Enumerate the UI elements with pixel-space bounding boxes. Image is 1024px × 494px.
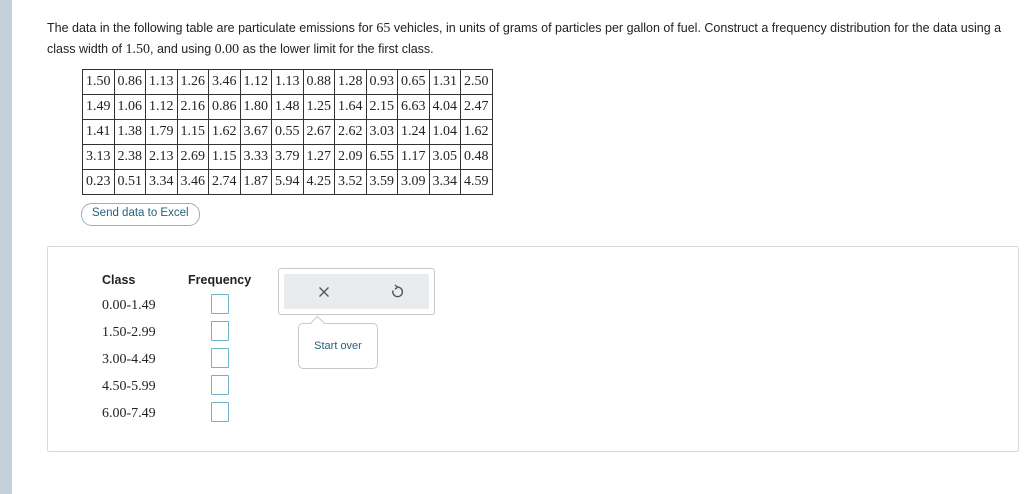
table-cell: 0.88 [302,69,335,95]
table-cell: 2.50 [460,69,493,95]
table-row: 1.49 1.06 1.12 2.16 0.86 1.80 1.48 1.25 1.64 2.15… [82,94,493,120]
table-cell: 1.62 [208,119,241,145]
table-cell: 1.31 [428,69,461,95]
table-cell: 1.27 [302,144,335,170]
table-cell: 2.62 [334,119,367,145]
table-cell: 1.06 [113,94,146,120]
table-cell: 1.04 [428,119,461,145]
table-cell: 1.79 [145,119,178,145]
prompt-text: , and using [150,42,215,56]
table-cell: 3.34 [145,169,178,195]
table-cell: 2.38 [113,144,146,170]
table-cell: 1.15 [176,119,209,145]
table-cell: 1.12 [145,94,178,120]
table-cell: 0.86 [208,94,241,120]
table-cell: 1.15 [208,144,241,170]
class-label: 6.00-7.49 [102,406,156,421]
table-cell: 2.47 [460,94,493,120]
emissions-data-table: 1.50 0.86 1.13 1.26 3.46 1.12 1.13 0.88 1.28 0.93… [82,69,493,195]
prompt-count: 65 [376,21,391,36]
table-cell: 0.86 [113,69,146,95]
class-label: 4.50-5.99 [102,379,156,394]
frequency-input[interactable] [211,402,229,422]
table-cell: 1.38 [113,119,146,145]
prompt-text: The data in the following table are part… [47,21,377,35]
table-row: 0.23 0.51 3.34 3.46 2.74 1.87 5.94 4.25 3.52 3.59… [82,169,493,195]
table-cell: 1.48 [271,94,304,120]
table-cell: 4.04 [428,94,461,120]
frequency-column-header: Frequency [188,273,252,287]
table-cell: 1.41 [82,119,115,145]
table-cell: 3.09 [397,169,430,195]
prompt-lower-limit: 0.00 [214,42,240,57]
frequency-input[interactable] [211,294,229,314]
answer-toolbar [278,268,435,315]
send-to-excel-button[interactable]: Send data to Excel [81,203,200,226]
table-cell: 3.79 [271,144,304,170]
table-row: 3.13 2.38 2.13 2.69 1.15 3.33 3.79 1.27 2.09 6.55… [82,144,493,170]
table-cell: 2.13 [145,144,178,170]
table-cell: 3.46 [176,169,209,195]
table-cell: 1.13 [271,69,304,95]
table-cell: 1.24 [397,119,430,145]
table-cell: 1.80 [239,94,272,120]
prompt-class-width: 1.50 [125,42,151,57]
table-cell: 3.33 [239,144,272,170]
table-cell: 1.13 [145,69,178,95]
answer-panel: Class Frequency 0.00-1.49 1.50-2.99 3.00… [47,246,1019,452]
table-cell: 3.59 [365,169,398,195]
start-over-tooltip: Start over [298,323,378,369]
table-cell: 3.34 [428,169,461,195]
table-cell: 1.12 [239,69,272,95]
table-cell: 4.25 [302,169,335,195]
table-cell: 1.17 [397,144,430,170]
frequency-input[interactable] [211,321,229,341]
class-label: 1.50-2.99 [102,325,156,340]
class-column-header: Class [102,273,136,287]
class-label: 3.00-4.49 [102,352,156,367]
x-icon[interactable] [314,282,334,302]
table-cell: 4.59 [460,169,493,195]
table-cell: 3.13 [82,144,115,170]
table-cell: 2.09 [334,144,367,170]
table-cell: 0.93 [365,69,398,95]
table-cell: 3.67 [239,119,272,145]
class-label: 0.00-1.49 [102,298,156,313]
toolbar-inner [284,274,429,309]
table-cell: 3.05 [428,144,461,170]
table-cell: 3.46 [208,69,241,95]
table-cell: 1.62 [460,119,493,145]
table-cell: 0.48 [460,144,493,170]
table-cell: 1.28 [334,69,367,95]
table-cell: 2.69 [176,144,209,170]
table-cell: 1.49 [82,94,115,120]
table-cell: 6.55 [365,144,398,170]
left-accent-bar [0,0,12,494]
table-cell: 1.87 [239,169,272,195]
frequency-input[interactable] [211,375,229,395]
table-cell: 0.65 [397,69,430,95]
frequency-input[interactable] [211,348,229,368]
table-cell: 3.52 [334,169,367,195]
table-cell: 5.94 [271,169,304,195]
table-cell: 1.50 [82,69,115,95]
table-row: 1.50 0.86 1.13 1.26 3.46 1.12 1.13 0.88 1.28 0.93… [82,69,493,95]
table-row: 1.41 1.38 1.79 1.15 1.62 3.67 0.55 2.67 2.62 3.03… [82,119,493,145]
table-cell: 2.16 [176,94,209,120]
table-cell: 1.25 [302,94,335,120]
table-cell: 0.23 [82,169,115,195]
table-cell: 2.67 [302,119,335,145]
undo-icon[interactable] [387,282,407,302]
table-cell: 2.74 [208,169,241,195]
table-cell: 1.26 [176,69,209,95]
table-cell: 6.63 [397,94,430,120]
table-cell: 2.15 [365,94,398,120]
table-cell: 3.03 [365,119,398,145]
table-cell: 1.64 [334,94,367,120]
table-cell: 0.55 [271,119,304,145]
prompt-text: as the lower limit for the first class. [239,42,434,56]
table-cell: 0.51 [113,169,146,195]
question-prompt: The data in the following table are part… [47,18,1007,60]
